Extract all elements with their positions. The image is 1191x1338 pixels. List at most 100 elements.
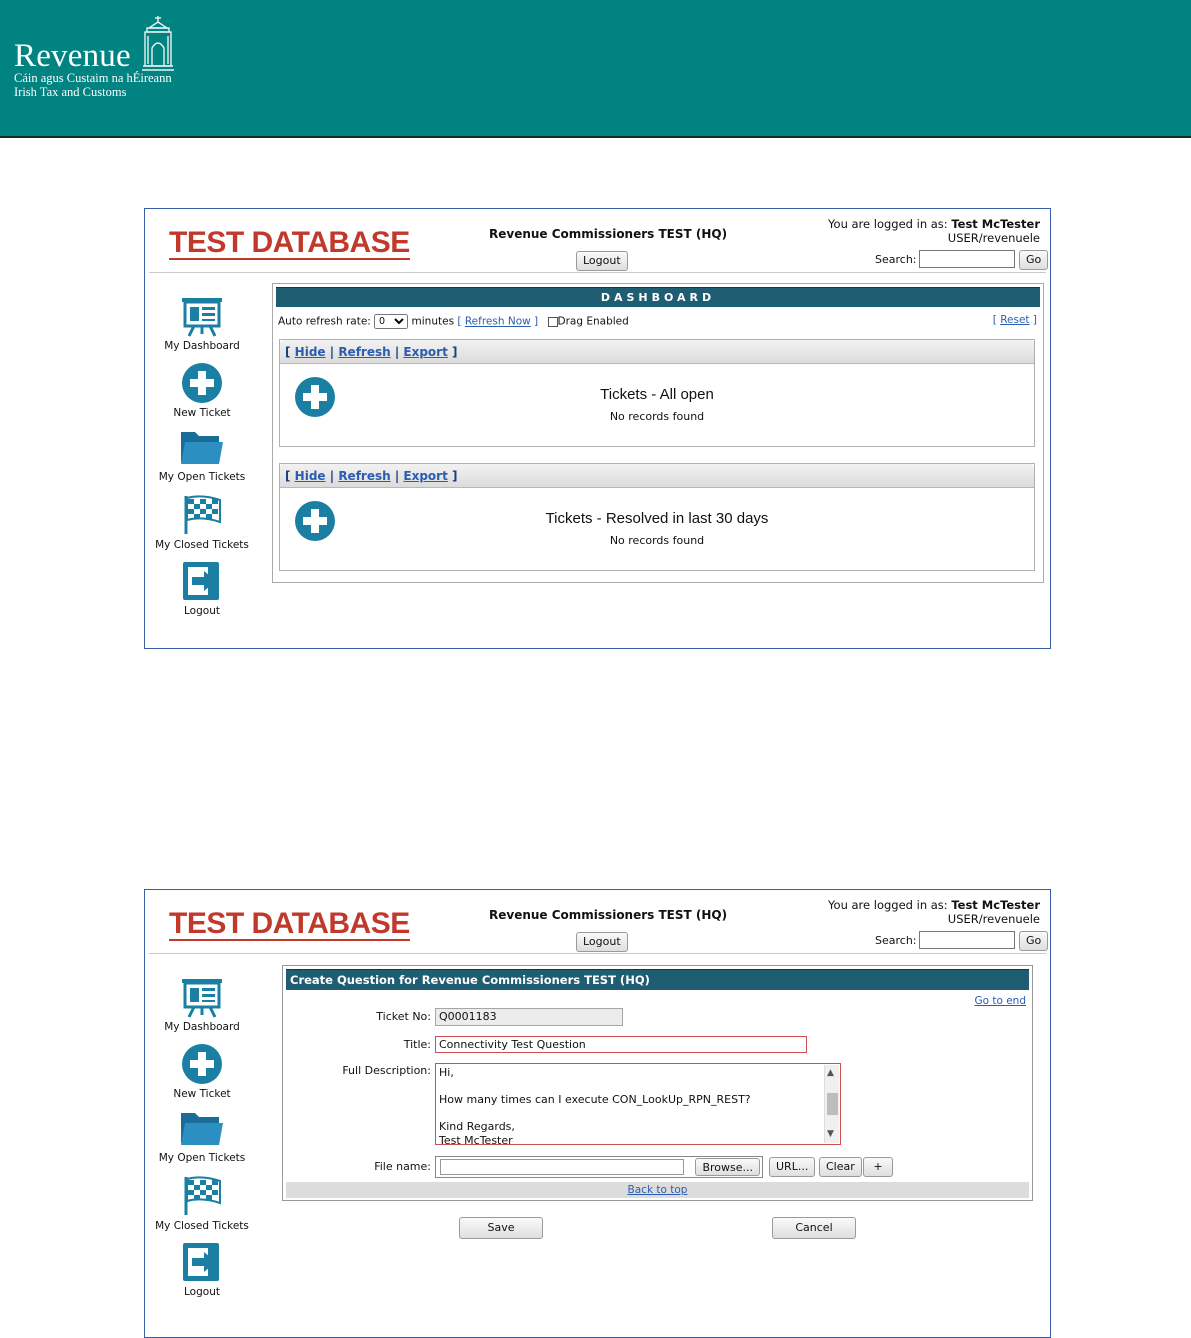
organisation-name: Revenue Commissioners TEST (HQ) xyxy=(489,908,728,922)
user-login: USER/revenuele xyxy=(947,912,1040,926)
ticket-no-label: Ticket No: xyxy=(376,1010,431,1023)
checkered-flag-icon xyxy=(184,495,221,534)
description-scrollbar[interactable]: ▲ ▼ xyxy=(824,1065,839,1143)
brand-title: TEST DATABASE xyxy=(169,907,410,941)
description-line: Kind Regards, xyxy=(439,1120,515,1133)
go-to-end-link[interactable]: Go to end xyxy=(974,995,1026,1007)
title-input[interactable]: Connectivity Test Question xyxy=(435,1036,807,1053)
url-button[interactable]: URL... xyxy=(769,1157,816,1177)
logged-in-label: You are logged in as: xyxy=(828,217,948,231)
search-input[interactable] xyxy=(919,250,1015,268)
app-header: TEST DATABASE Revenue Commissioners TEST… xyxy=(149,213,1049,273)
go-button[interactable]: Go xyxy=(1019,931,1049,951)
logged-in-line: You are logged in as: Test McTester xyxy=(828,217,1040,231)
clear-button[interactable]: Clear xyxy=(819,1157,862,1177)
full-description-label: Full Description: xyxy=(342,1064,431,1077)
add-file-button[interactable]: + xyxy=(863,1157,893,1177)
auto-refresh-select[interactable]: 0 xyxy=(374,314,409,329)
nav-new-ticket[interactable]: New Ticket xyxy=(147,1043,257,1100)
reset-link[interactable]: Reset xyxy=(1000,314,1029,326)
nav-label: My Open Tickets xyxy=(158,471,246,483)
nav-label: Logout xyxy=(184,605,220,617)
dashboard-screenshot: TEST DATABASE Revenue Commissioners TEST… xyxy=(144,208,1051,649)
widget-header: [ Hide | Refresh | Export ] xyxy=(280,464,1034,488)
cancel-button[interactable]: Cancel xyxy=(772,1217,856,1239)
widget-empty-message: No records found xyxy=(609,410,705,423)
plus-circle-icon xyxy=(182,1044,222,1084)
dashboard-panel: DASHBOARD Auto refresh rate: 0 minutes [… xyxy=(272,283,1044,583)
scroll-up-icon[interactable]: ▲ xyxy=(827,1067,834,1081)
user-name: Test McTester xyxy=(951,217,1040,231)
nav-label: My Closed Tickets xyxy=(155,539,249,551)
full-description-textarea[interactable]: Hi, How many times can I execute CON_Loo… xyxy=(435,1063,841,1145)
export-link[interactable]: Export xyxy=(403,469,447,483)
minutes-label: minutes xyxy=(411,315,455,328)
widget-header: [ Hide | Refresh | Export ] xyxy=(280,340,1034,364)
export-link[interactable]: Export xyxy=(403,345,447,359)
nav-new-ticket[interactable]: New Ticket xyxy=(147,362,257,419)
ticket-no-field: Q0001183 xyxy=(435,1008,623,1026)
search-label: Search: xyxy=(875,253,917,266)
nav-label: My Dashboard xyxy=(164,340,240,352)
file-path-input[interactable] xyxy=(440,1159,684,1175)
logout-button[interactable]: Logout xyxy=(576,251,628,271)
logout-button[interactable]: Logout xyxy=(576,932,628,952)
form-title: Create Question for Revenue Commissioner… xyxy=(286,969,1029,990)
drag-enabled-label: Drag Enabled xyxy=(557,315,629,328)
search-label: Search: xyxy=(875,934,917,947)
description-line: Hi, xyxy=(439,1066,454,1079)
logo-subtitle-irish: Cáin agus Custaim na hÉireann xyxy=(14,71,172,85)
widget-resolved-30-days: [ Hide | Refresh | Export ] Tickets - Re… xyxy=(279,463,1035,571)
logo-wordmark: Revenue xyxy=(14,38,131,74)
nav-label: New Ticket xyxy=(173,407,231,419)
nav-logout[interactable]: Logout xyxy=(147,560,257,617)
file-name-label: File name: xyxy=(374,1160,431,1173)
hide-link[interactable]: Hide xyxy=(295,469,326,483)
nav-my-open-tickets[interactable]: My Open Tickets xyxy=(147,428,257,483)
revenue-header-banner: Revenue Cáin agus Custaim na hÉireann Ir… xyxy=(0,0,1191,138)
nav-my-open-tickets[interactable]: My Open Tickets xyxy=(147,1109,257,1164)
nav-my-closed-tickets[interactable]: My Closed Tickets xyxy=(147,1175,257,1232)
search-input[interactable] xyxy=(919,931,1015,949)
auto-refresh-label: Auto refresh rate: xyxy=(278,315,371,328)
nav-my-dashboard[interactable]: My Dashboard xyxy=(147,976,257,1033)
refresh-link[interactable]: Refresh xyxy=(338,469,390,483)
user-login: USER/revenuele xyxy=(947,231,1040,245)
widget-empty-message: No records found xyxy=(609,534,705,547)
refresh-link[interactable]: Refresh xyxy=(338,345,390,359)
reset-row: [ Reset ] xyxy=(992,314,1037,326)
checkered-flag-icon xyxy=(184,1176,221,1215)
organisation-name: Revenue Commissioners TEST (HQ) xyxy=(489,227,728,241)
file-name-field[interactable]: Browse... xyxy=(435,1156,763,1178)
exit-arrow-icon xyxy=(183,562,219,600)
save-button[interactable]: Save xyxy=(459,1217,543,1239)
back-to-top-link[interactable]: Back to top xyxy=(628,1184,688,1196)
refresh-now-link[interactable]: Refresh Now xyxy=(465,316,531,328)
drag-enabled-checkbox[interactable] xyxy=(547,316,558,327)
description-line: Test McTester xyxy=(439,1133,513,1145)
user-name: Test McTester xyxy=(951,898,1040,912)
nav-label: Logout xyxy=(184,1286,220,1298)
dashboard-title: DASHBOARD xyxy=(276,287,1040,307)
nav-label: My Open Tickets xyxy=(158,1152,246,1164)
nav-logout[interactable]: Logout xyxy=(147,1241,257,1298)
scroll-down-icon[interactable]: ▼ xyxy=(827,1128,834,1142)
scroll-thumb[interactable] xyxy=(827,1093,838,1115)
go-button[interactable]: Go xyxy=(1019,250,1049,270)
folder-icon xyxy=(181,1113,223,1145)
create-question-form: Create Question for Revenue Commissioner… xyxy=(282,965,1033,1201)
nav-my-closed-tickets[interactable]: My Closed Tickets xyxy=(147,494,257,551)
auto-refresh-row: Auto refresh rate: 0 minutes [ Refresh N… xyxy=(278,314,629,329)
logged-in-label: You are logged in as: xyxy=(828,898,948,912)
hide-link[interactable]: Hide xyxy=(295,345,326,359)
widget-title: Tickets - All open xyxy=(600,386,714,403)
description-line xyxy=(439,1107,816,1121)
logged-in-line: You are logged in as: Test McTester xyxy=(828,898,1040,912)
description-line: How many times can I execute CON_LookUp_… xyxy=(439,1093,751,1106)
browse-button[interactable]: Browse... xyxy=(695,1158,760,1176)
nav-my-dashboard[interactable]: My Dashboard xyxy=(147,295,257,352)
dashboard-board-icon xyxy=(182,979,222,1018)
description-line xyxy=(439,1080,816,1094)
nav-label: My Dashboard xyxy=(164,1021,240,1033)
dashboard-board-icon xyxy=(182,298,222,337)
